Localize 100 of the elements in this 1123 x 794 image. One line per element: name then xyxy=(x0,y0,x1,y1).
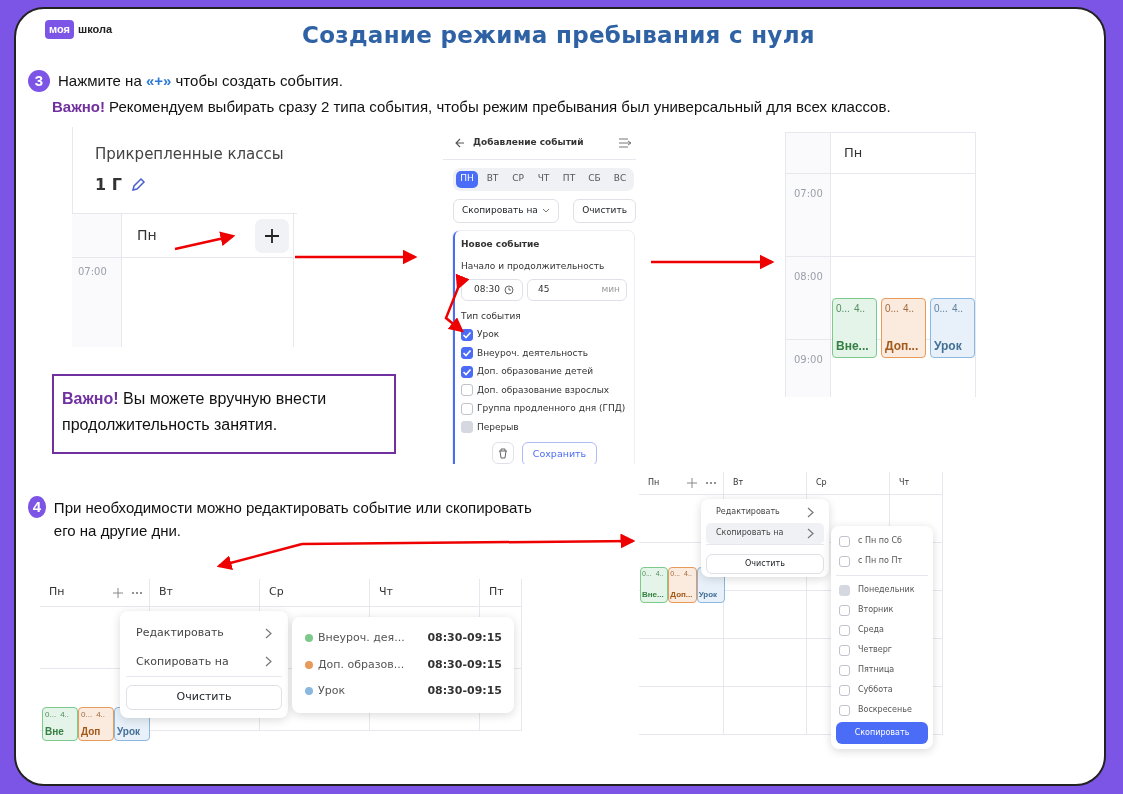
duration-field[interactable]: 45 мин xyxy=(527,278,627,301)
event-time: 0... xyxy=(45,709,57,721)
event-card[interactable]: 0... 4.. Вне xyxy=(42,707,78,741)
event-title: Вне... xyxy=(642,589,665,601)
checkbox-label: Доп. образование взрослых xyxy=(477,383,610,397)
add-button[interactable] xyxy=(255,218,289,253)
menu-item[interactable]: Редактировать xyxy=(706,502,824,523)
day-tab[interactable]: СР xyxy=(507,170,529,188)
checkbox[interactable] xyxy=(839,704,850,716)
day-header: Ср xyxy=(816,477,827,489)
event-duration: 4.. xyxy=(96,709,106,721)
time-label: 07:00 xyxy=(77,265,108,279)
checkbox[interactable] xyxy=(839,644,850,656)
clear-button[interactable]: Очистить xyxy=(126,685,282,710)
important-label: Важно! xyxy=(52,97,106,117)
day-header: Ср xyxy=(269,584,284,601)
menu-item[interactable]: Редактировать xyxy=(126,619,282,648)
pencil-icon xyxy=(129,177,146,193)
more-button[interactable] xyxy=(705,481,717,485)
day-header: Пн xyxy=(49,584,65,601)
event-time: 0... xyxy=(836,302,850,316)
event-time: 08:30-09:15 xyxy=(427,683,502,699)
day-tab[interactable]: ВС xyxy=(609,170,631,188)
delete-button[interactable] xyxy=(491,442,514,464)
panel-title: Добавление событий xyxy=(473,136,584,149)
day-header: Пн xyxy=(137,226,157,245)
event-time: 08:30-09:15 xyxy=(427,630,502,646)
chevron-icon xyxy=(265,656,272,668)
time-field[interactable]: 08:30 xyxy=(461,278,523,301)
checkbox-label: Перерыв xyxy=(477,420,519,434)
copy-button[interactable]: Скопировать xyxy=(836,722,928,744)
event-card[interactable]: 0... 4.. Урок xyxy=(930,298,975,358)
note-text: Важно! Вы можете вручную внести продолжительность занятия. xyxy=(62,389,328,435)
event-duration: 4.. xyxy=(853,302,866,316)
panel-title: Прикрепленные классы xyxy=(95,144,284,165)
checkbox[interactable] xyxy=(461,402,473,415)
event-title: Доп. образов... xyxy=(318,656,405,673)
checkbox[interactable] xyxy=(839,624,850,636)
time-label: 08:00 xyxy=(794,271,823,282)
chevron-icon xyxy=(265,627,272,639)
day-tab[interactable]: ВТ xyxy=(481,170,504,188)
class-name: 1 Г xyxy=(95,174,122,196)
day-tab[interactable]: СБ xyxy=(583,170,606,188)
event-card[interactable]: 0... 4.. Вне... xyxy=(832,298,877,358)
event-title: Доп xyxy=(81,725,102,739)
event-duration: 4.. xyxy=(951,302,964,316)
day-header: Пн xyxy=(844,144,863,163)
field-label: Начало и продолжительность xyxy=(461,260,606,273)
checkbox-label: с Пн по Сб xyxy=(858,535,902,547)
day-tab[interactable]: ЧТ xyxy=(532,170,555,188)
checkbox[interactable] xyxy=(839,535,850,547)
checkbox-label: Пятница xyxy=(858,664,895,676)
checkbox[interactable] xyxy=(461,328,473,341)
event-title: Урок xyxy=(934,338,963,355)
checkbox-label: Группа продленного дня (ГПД) xyxy=(477,402,626,415)
day-tab[interactable]: ПН xyxy=(456,170,478,188)
event-duration: 4.. xyxy=(902,302,915,316)
time-label: 09:00 xyxy=(794,354,823,365)
event-title: Доп... xyxy=(885,338,920,355)
day-tab[interactable]: ПТ xyxy=(558,170,580,188)
event-title: Вне... xyxy=(836,338,870,355)
plus-icon xyxy=(687,478,697,488)
day-header: Пт xyxy=(489,584,504,601)
checkbox-label: Понедельник xyxy=(858,584,915,596)
day-header: Пн xyxy=(648,477,660,489)
event-duration: 4.. xyxy=(60,709,70,721)
event-title: Внеуроч. дея... xyxy=(318,630,405,646)
save-button[interactable]: Сохранить xyxy=(521,442,598,464)
checkbox[interactable] xyxy=(839,684,850,696)
step-text: При необходимости можно редактировать событие или скопировать его на другие дни. xyxy=(53,498,533,542)
checkbox[interactable] xyxy=(839,604,850,616)
day-header: Чт xyxy=(379,584,393,601)
more-icon xyxy=(705,481,717,485)
copy-dropdown[interactable]: Скопировать на xyxy=(453,198,559,223)
checkbox[interactable] xyxy=(839,664,850,676)
more-button[interactable] xyxy=(131,590,143,595)
clock-icon xyxy=(503,284,514,295)
step-number: 3 xyxy=(28,70,50,93)
checkbox-label: Доп. образование детей xyxy=(477,365,594,378)
logo-badge: моя xyxy=(45,20,74,39)
event-card[interactable]: 0... 4.. Доп... xyxy=(881,298,926,358)
clear-button[interactable]: Очистить xyxy=(573,198,636,223)
checkbox[interactable] xyxy=(461,365,473,378)
plus-icon xyxy=(263,226,281,245)
event-title: Урок xyxy=(318,683,346,699)
menu-item[interactable]: Скопировать на xyxy=(706,522,824,544)
checkbox[interactable] xyxy=(839,555,850,567)
step-number: 4 xyxy=(28,496,46,518)
clear-button[interactable]: Очистить xyxy=(706,553,824,574)
menu-item[interactable]: Скопировать на xyxy=(126,647,282,677)
checkbox-label: Урок xyxy=(477,328,500,341)
checkbox[interactable] xyxy=(461,347,473,360)
back-button[interactable] xyxy=(455,137,465,148)
event-card[interactable]: 0... 4.. Доп xyxy=(78,707,114,741)
slide-title: Создание режима пребывания с нуля xyxy=(302,21,815,50)
unit-label: мин xyxy=(601,282,620,296)
logo-text: школа xyxy=(78,22,113,37)
more-icon xyxy=(131,590,143,595)
checkbox[interactable] xyxy=(461,384,473,397)
chevron-icon xyxy=(807,527,814,539)
